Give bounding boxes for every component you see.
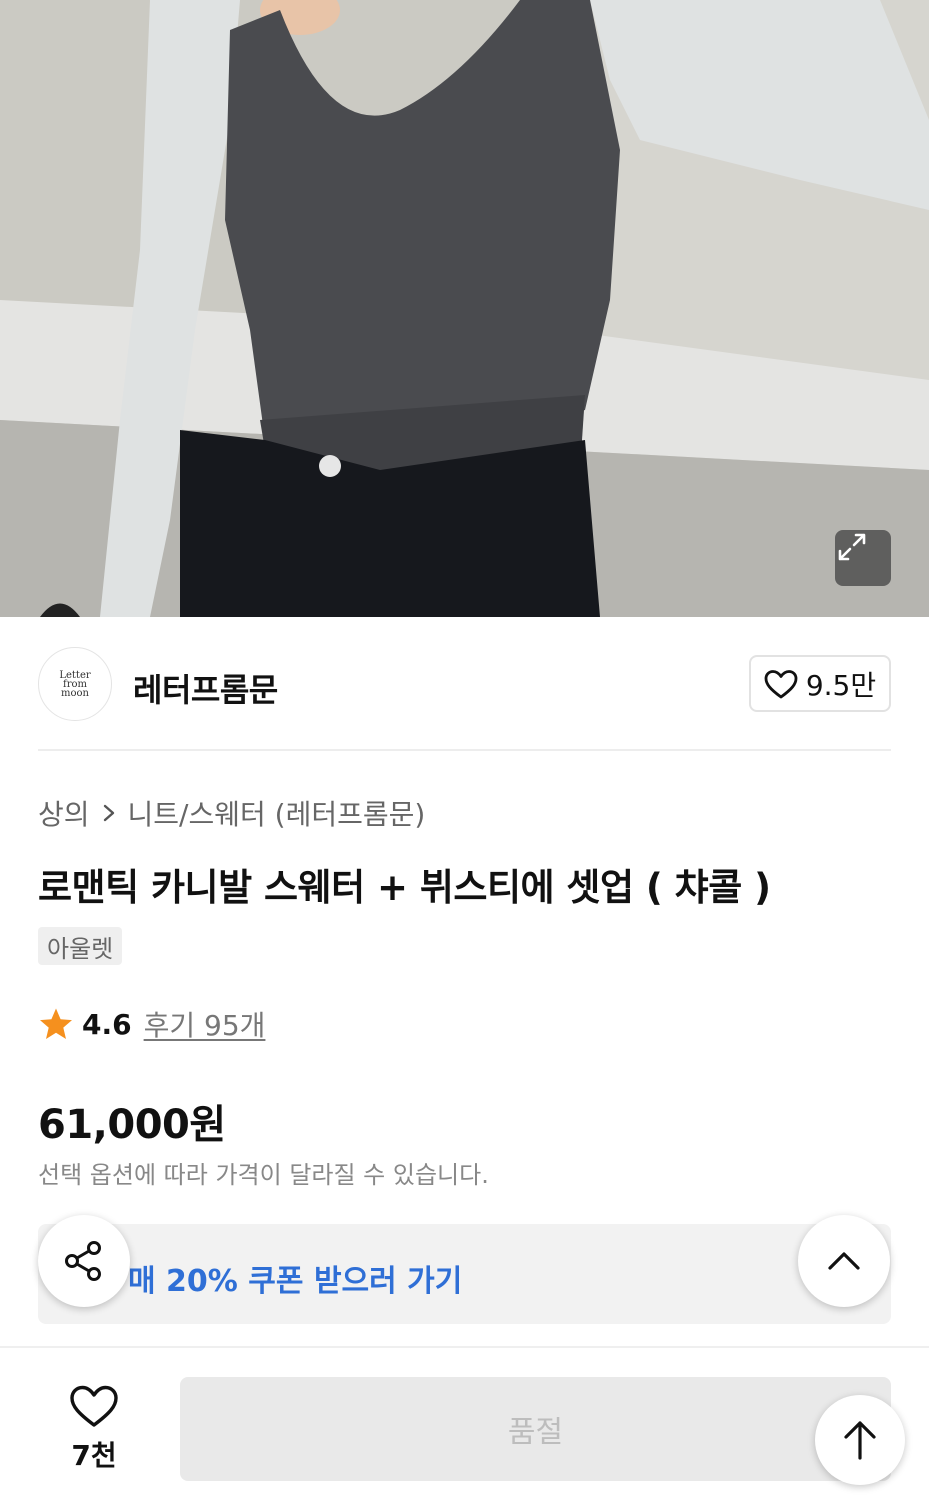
share-button[interactable]: [38, 1215, 130, 1307]
soldout-button[interactable]: 품절: [180, 1377, 891, 1481]
rating-score: 4.6: [82, 1007, 132, 1041]
rating-row: 4.6 후기 95개: [38, 1004, 265, 1044]
chevron-right-icon: [103, 804, 114, 822]
wishlist-count: 7천: [71, 1439, 117, 1472]
price-note: 선택 옵션에 따라 가격이 달라질 수 있습니다.: [38, 1161, 489, 1189]
brand-like-button[interactable]: 9.5만: [749, 655, 891, 712]
brand-logo[interactable]: Letter from moon: [38, 647, 112, 721]
brand-name[interactable]: 레터프롬문: [133, 665, 278, 711]
coupon-banner[interactable]: 매 20% 쿠폰 받으러 가기: [38, 1224, 891, 1324]
outlet-badge: 아울렛: [38, 927, 123, 965]
collapse-button[interactable]: [798, 1215, 890, 1307]
chevron-up-icon: [828, 1252, 860, 1270]
heart-outline-icon: [70, 1385, 118, 1427]
product-image[interactable]: [0, 0, 929, 617]
coupon-text[interactable]: 매 20% 쿠폰 받으러 가기: [128, 1256, 462, 1300]
brand-like-count: 9.5만: [805, 668, 877, 702]
wishlist-button[interactable]: 7천: [44, 1384, 144, 1474]
expand-icon: [838, 533, 866, 561]
divider: [38, 749, 891, 751]
reviews-link[interactable]: 후기 95개: [144, 1004, 266, 1044]
share-icon: [65, 1241, 101, 1281]
price: 61,000원: [38, 1102, 226, 1148]
arrow-up-icon: [844, 1421, 876, 1460]
brand-row: Letter from moon 레터프롬문 9.5만: [38, 647, 891, 721]
scroll-top-button[interactable]: [815, 1395, 905, 1485]
breadcrumb: 상의 니트/스웨터 (레터프롬문): [38, 793, 425, 833]
breadcrumb-parent[interactable]: 상의: [38, 793, 90, 833]
product-photo: [0, 0, 929, 617]
brand-logo-line: moon: [61, 687, 89, 699]
star-icon: [40, 1008, 72, 1039]
product-title: 로맨틱 카니발 스웨터 + 뷔스티에 셋업 ( 챠콜 ): [38, 866, 771, 909]
breadcrumb-current[interactable]: 니트/스웨터 (레터프롬문): [128, 793, 426, 833]
expand-button[interactable]: [835, 530, 891, 586]
bottom-action-bar: 7천 품절: [0, 1346, 929, 1500]
heart-outline-icon: [764, 669, 798, 698]
